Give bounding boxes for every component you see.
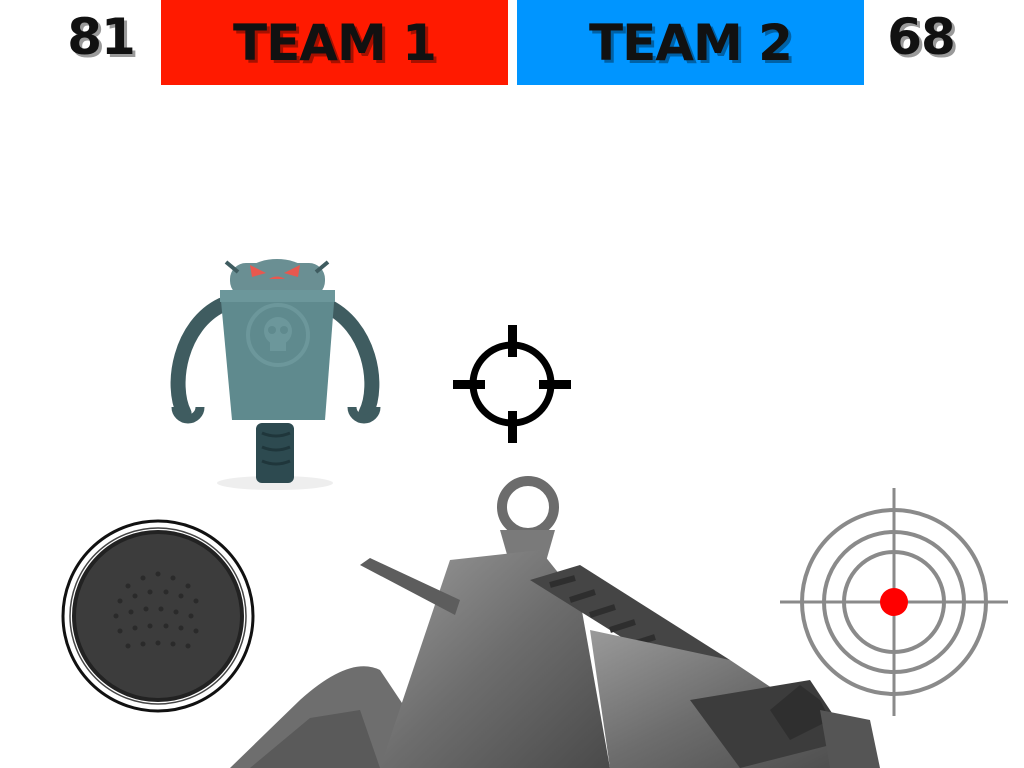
- team1-banner: TEAM 1: [161, 0, 508, 85]
- crosshair-icon: [453, 325, 571, 443]
- team2-label: TEAM 2: [589, 13, 793, 72]
- team2-banner: TEAM 2: [517, 0, 864, 85]
- team1-score: 81: [67, 8, 136, 66]
- rifle-icon: [230, 476, 880, 768]
- team1-label: TEAM 1: [233, 13, 437, 72]
- robot-enemy-icon[interactable]: [170, 235, 385, 495]
- team2-score: 68: [887, 8, 956, 66]
